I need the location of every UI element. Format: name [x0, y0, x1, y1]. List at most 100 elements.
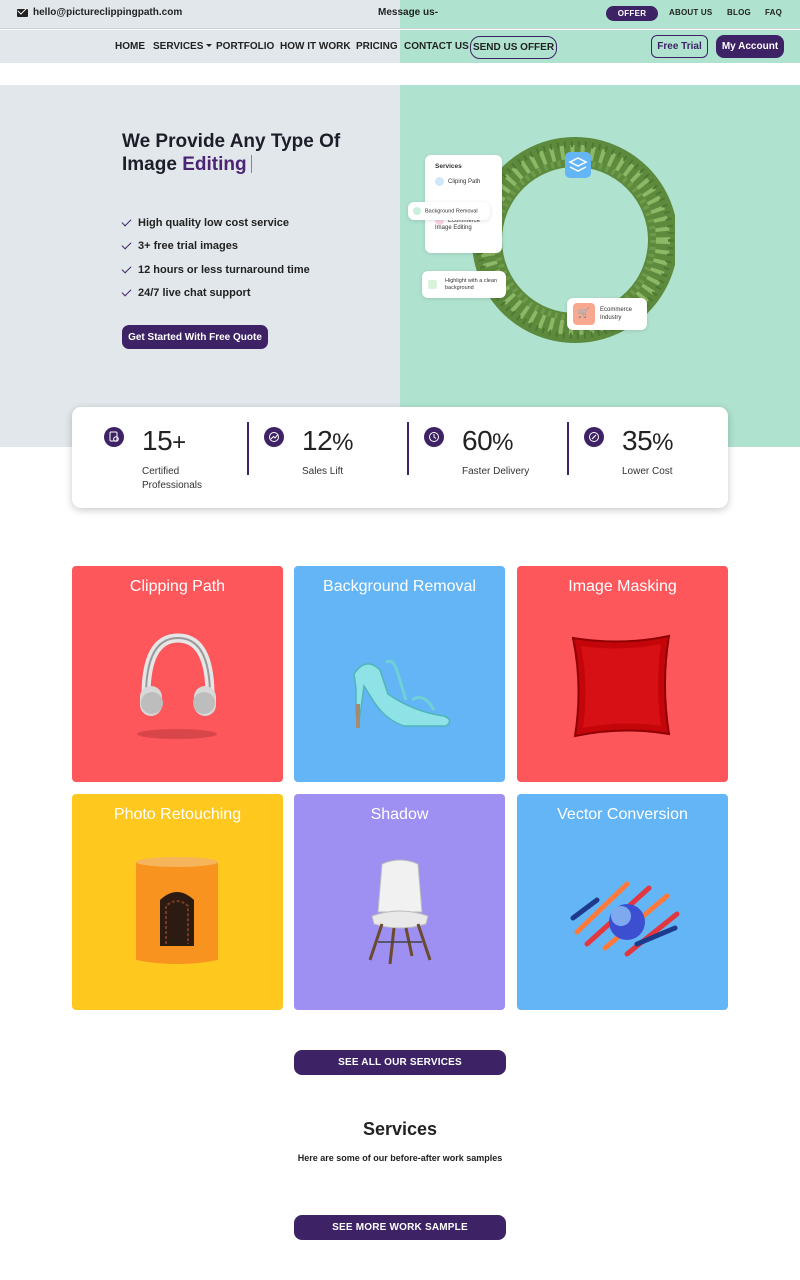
check-icon — [121, 239, 132, 250]
email-text: hello@pictureclippingpath.com — [33, 7, 183, 18]
feature-item: 12 hours or less turnaround time — [121, 258, 310, 282]
check-icon — [121, 286, 132, 297]
free-trial-button[interactable]: Free Trial — [651, 35, 708, 58]
nav-home[interactable]: HOME — [115, 41, 145, 52]
stat-item: 12% Sales Lift — [232, 407, 392, 508]
stat-label: Certified Professionals — [142, 466, 203, 491]
chair-image — [368, 859, 432, 965]
stat-unit: % — [332, 429, 353, 456]
message-us-link[interactable]: Message us- — [378, 7, 438, 18]
service-card-clipping-path[interactable]: Clipping Path — [72, 566, 283, 782]
hero-title-prefix: Image — [122, 154, 177, 175]
stat-item: 60% Faster Delivery — [392, 407, 552, 508]
feature-item: 3+ free trial images — [121, 235, 310, 259]
cost-icon — [584, 427, 604, 447]
page: hello@pictureclippingpath.com Message us… — [0, 0, 800, 1280]
services-section-title: Services — [362, 1119, 438, 1139]
offer-badge[interactable]: OFFER — [606, 6, 658, 21]
candle-image — [136, 857, 218, 964]
highlight-text: Highlight with a clean background — [445, 277, 497, 291]
check-icon — [428, 280, 437, 289]
pillow-image — [571, 634, 671, 738]
hero-title-line1: We Provide Any Type Of — [122, 131, 341, 152]
service-card-title: Clipping Path — [129, 578, 226, 595]
services-card-heading: Services — [435, 163, 462, 170]
services-section-subtitle: Here are some of our before-after work s… — [297, 1153, 503, 1163]
stat-value: 12 — [302, 425, 333, 456]
stat-label: Sales Lift — [302, 466, 344, 477]
feature-text: 24/7 live chat support — [138, 287, 251, 300]
stats-card: 15+ Certified Professionals 12% Sales Li… — [72, 407, 728, 508]
stat-number: 60% — [462, 425, 513, 457]
stat-label: Faster Delivery — [462, 466, 530, 477]
my-account-button[interactable]: My Account — [716, 35, 784, 58]
service-card-title: Shadow — [370, 806, 429, 823]
service-card-photo-retouching[interactable]: Photo Retouching — [72, 794, 283, 1010]
see-more-work-button[interactable]: SEE MORE WORK SAMPLE — [294, 1215, 506, 1240]
envelope-icon — [17, 8, 28, 17]
delivery-icon — [424, 427, 444, 447]
service-card-title: Vector Conversion — [557, 806, 688, 823]
stat-value: 15 — [142, 425, 173, 456]
blog-link[interactable]: BLOG — [727, 8, 751, 17]
faq-link[interactable]: FAQ — [765, 8, 782, 17]
stat-unit: % — [492, 429, 513, 456]
nav-pricing[interactable]: PRICING — [356, 41, 398, 52]
service-card-title: Photo Retouching — [113, 806, 242, 823]
stat-unit: + — [172, 429, 186, 456]
nav-contact-us[interactable]: CONTACT US — [404, 41, 469, 52]
service-card-background-removal[interactable]: Background Removal — [294, 566, 505, 782]
typing-cursor — [250, 155, 252, 173]
hero-title-accent: Editing — [182, 154, 247, 175]
nav-portfolio[interactable]: PORTFOLIO — [216, 41, 274, 52]
service-dot-icon — [413, 207, 421, 215]
service-item-text: Cliping Path — [448, 179, 481, 186]
service-dot-icon — [435, 177, 444, 186]
vector-art-image — [570, 881, 680, 957]
headphones-image — [137, 633, 217, 739]
service-card-shadow[interactable]: Shadow — [294, 794, 505, 1010]
feature-item: High quality low cost service — [121, 211, 310, 235]
highlight-card: Highlight with a clean background — [422, 271, 506, 298]
nav-how-it-work[interactable]: HOW IT WORK — [280, 41, 351, 52]
service-item-text: Background Removal — [425, 208, 478, 215]
stat-number: 12% — [302, 425, 353, 457]
stat-number: 35% — [622, 425, 673, 457]
services-card-item: Cliping Path — [435, 177, 492, 186]
professional-icon — [104, 427, 124, 447]
feature-text: High quality low cost service — [138, 216, 289, 229]
check-icon — [121, 216, 132, 227]
send-us-offer-button[interactable]: SEND US OFFER — [470, 36, 557, 59]
service-card-title: Background Removal — [323, 578, 476, 595]
see-all-services-button[interactable]: SEE ALL OUR SERVICES — [294, 1050, 506, 1075]
service-card-vector-conversion[interactable]: Vector Conversion — [517, 794, 728, 1010]
feature-text: 3+ free trial images — [138, 240, 238, 253]
feature-list: High quality low cost service 3+ free tr… — [121, 211, 310, 306]
nav-services[interactable]: SERVICES — [153, 41, 213, 52]
cart-icon: 🛒 — [573, 303, 595, 325]
get-started-button[interactable]: Get Started With Free Quote — [122, 325, 268, 349]
service-card-image-masking[interactable]: Image Masking — [517, 566, 728, 782]
stat-value: 35 — [622, 425, 653, 456]
about-us-link[interactable]: ABOUT US — [669, 8, 712, 17]
ecommerce-text: Ecommerce Industry — [600, 307, 633, 321]
hero-title: We Provide Any Type Of Image Editing — [122, 130, 382, 176]
nav-services-label: SERVICES — [153, 41, 204, 52]
sales-icon — [264, 427, 284, 447]
stat-item: 35% Lower Cost — [552, 407, 712, 508]
stat-item: 15+ Certified Professionals — [72, 407, 232, 508]
hero-illustration: Services Cliping Path Ecommerce Image Ed… — [405, 130, 678, 350]
service-card-title: Image Masking — [568, 578, 677, 595]
email-link[interactable]: hello@pictureclippingpath.com — [17, 7, 182, 18]
stat-unit: % — [652, 429, 673, 456]
sandal-image — [353, 659, 451, 728]
stat-value: 60 — [462, 425, 493, 456]
feature-item: 24/7 live chat support — [121, 282, 310, 306]
ecommerce-card: 🛒 Ecommerce Industry — [567, 298, 647, 330]
top-bar: hello@pictureclippingpath.com Message us… — [0, 0, 800, 29]
caret-down-icon — [206, 44, 213, 47]
check-icon — [121, 263, 132, 274]
stat-number: 15+ — [142, 425, 186, 457]
bg-removal-chip: Background Removal — [408, 202, 490, 220]
stat-label: Lower Cost — [622, 466, 673, 477]
